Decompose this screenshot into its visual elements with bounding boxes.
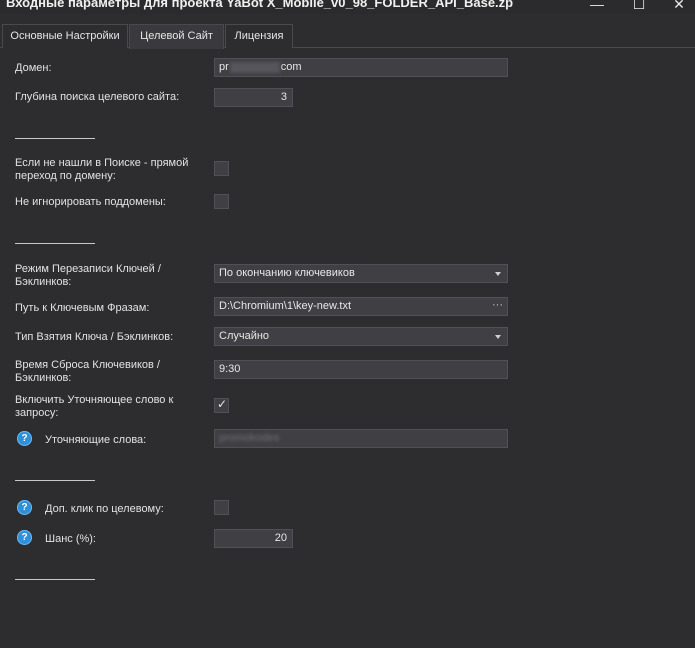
help-icon[interactable]: ? xyxy=(17,500,32,515)
extra-click-checkbox[interactable] xyxy=(214,500,229,515)
rewrite-mode-select[interactable]: По окончанию ключевиков xyxy=(214,264,508,283)
tab-license[interactable]: Лицензия xyxy=(225,24,293,48)
separator xyxy=(15,579,95,580)
refine-words-input[interactable]: promokodes xyxy=(214,429,508,448)
refine-enable-checkbox[interactable]: ✓ xyxy=(214,397,229,413)
direct-jump-label: Если не нашли в Поиске - прямой переход … xyxy=(15,157,189,182)
tab-bar: Основные Настройки Целевой Сайт Лицензия xyxy=(0,24,695,49)
direct-jump-checkbox[interactable] xyxy=(214,161,229,176)
domain-suffix: com xyxy=(280,61,302,73)
subdomains-checkbox[interactable] xyxy=(214,194,229,209)
extra-click-label: Доп. клик по целевому: xyxy=(45,503,164,515)
take-type-select[interactable]: Случайно xyxy=(214,327,508,346)
domain-label: Домен: xyxy=(15,62,52,74)
refine-words-value: promokodes xyxy=(219,432,280,444)
tab-main-settings[interactable]: Основные Настройки xyxy=(2,24,128,48)
title-bar: Входные параметры для проекта YaBot X_Mo… xyxy=(0,0,695,14)
separator xyxy=(15,480,95,481)
separator xyxy=(15,138,95,139)
rewrite-mode-value: По окончанию ключевиков xyxy=(219,267,355,279)
minimize-button[interactable]: — xyxy=(574,0,620,14)
depth-label: Глубина поиска целевого сайта: xyxy=(15,91,180,103)
tab-target-site[interactable]: Целевой Сайт xyxy=(129,24,224,49)
domain-prefix: pr xyxy=(219,61,229,73)
reset-time-label: Время Сброса Ключевиков / Бэклинков: xyxy=(15,359,160,384)
chevron-down-icon xyxy=(495,335,501,339)
keys-path-value: D:\Chromium\1\key-new.txt xyxy=(219,300,352,312)
chevron-down-icon xyxy=(495,272,501,276)
subdomains-label: Не игнорировать поддомены: xyxy=(15,196,166,208)
rewrite-mode-label: Режим Перезаписи Ключей / Бэклинков: xyxy=(15,263,161,288)
depth-input[interactable]: 3 xyxy=(214,88,293,107)
keys-path-input[interactable]: D:\Chromium\1\key-new.txt ··· xyxy=(214,297,508,316)
close-button[interactable]: ✕ xyxy=(656,0,695,14)
help-icon[interactable]: ? xyxy=(17,530,32,545)
domain-input[interactable]: pr com xyxy=(214,58,508,77)
refine-words-label: Уточняющие слова: xyxy=(45,434,147,446)
window-title: Входные параметры для проекта YaBot X_Mo… xyxy=(6,0,514,10)
separator xyxy=(15,243,95,244)
take-type-label: Тип Взятия Ключа / Бэклинков: xyxy=(15,331,174,343)
chance-label: Шанс (%): xyxy=(45,533,96,545)
help-icon[interactable]: ? xyxy=(17,431,32,446)
reset-time-input[interactable]: 9:30 xyxy=(214,360,508,379)
domain-redacted xyxy=(229,61,280,73)
keys-path-label: Путь к Ключевым Фразам: xyxy=(15,302,150,314)
check-icon: ✓ xyxy=(217,397,228,411)
take-type-value: Случайно xyxy=(219,330,270,342)
browse-button[interactable]: ··· xyxy=(492,297,503,314)
refine-enable-label: Включить Уточняющее слово к запросу: xyxy=(15,394,174,419)
chance-input[interactable]: 20 xyxy=(214,529,293,548)
